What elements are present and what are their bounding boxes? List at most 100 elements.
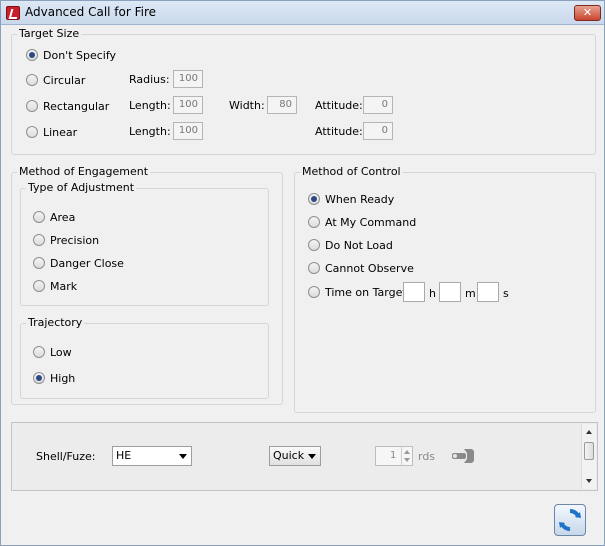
munitions-list: Shell/Fuze: HE Quick 1 rds bbox=[11, 422, 598, 491]
method-of-control-group: Method of Control When Ready At My Comma… bbox=[294, 165, 596, 413]
radio-linear-indicator[interactable] bbox=[26, 126, 38, 138]
radio-area-indicator[interactable] bbox=[33, 211, 45, 223]
radio-when-ready-label: When Ready bbox=[325, 192, 395, 206]
target-size-group: Target Size Don't Specify Circular Radiu… bbox=[11, 27, 596, 155]
radio-circular[interactable]: Circular bbox=[26, 72, 85, 88]
linear-length-label: Length: bbox=[129, 125, 171, 138]
trajectory-group: Trajectory Low High bbox=[20, 316, 269, 399]
tot-hours-unit: h bbox=[429, 287, 436, 300]
spin-down-icon[interactable] bbox=[404, 458, 410, 462]
radio-mark-indicator[interactable] bbox=[33, 280, 45, 292]
radio-do-not-load[interactable]: Do Not Load bbox=[308, 237, 393, 253]
refresh-button[interactable] bbox=[554, 504, 586, 536]
radio-area-label: Area bbox=[50, 210, 76, 224]
spin-up-icon[interactable] bbox=[404, 450, 410, 454]
radio-at-my-command-label: At My Command bbox=[325, 215, 417, 229]
app-icon bbox=[6, 6, 20, 20]
radio-precision-indicator[interactable] bbox=[33, 234, 45, 246]
radio-rectangular[interactable]: Rectangular bbox=[26, 98, 109, 114]
fuze-select-value: Quick bbox=[273, 449, 305, 462]
radio-danger-close-label: Danger Close bbox=[50, 256, 124, 270]
refresh-icon bbox=[559, 508, 581, 532]
close-button[interactable]: ✕ bbox=[574, 5, 601, 21]
radio-dont-specify-label: Don't Specify bbox=[43, 48, 117, 62]
scroll-up-icon[interactable] bbox=[586, 430, 592, 434]
chevron-down-icon bbox=[308, 454, 316, 459]
munitions-scrollbar[interactable] bbox=[581, 424, 596, 489]
radio-cannot-observe[interactable]: Cannot Observe bbox=[308, 260, 414, 276]
rect-length-label: Length: bbox=[129, 99, 171, 112]
radio-precision-label: Precision bbox=[50, 233, 100, 247]
radio-low-label: Low bbox=[50, 345, 72, 359]
radio-time-on-target-label: Time on Target bbox=[325, 285, 407, 299]
method-of-engagement-legend: Method of Engagement bbox=[17, 165, 151, 178]
tot-minutes-unit: m bbox=[465, 287, 476, 300]
radio-dont-specify-indicator[interactable] bbox=[26, 49, 38, 61]
shell-select[interactable]: HE bbox=[112, 446, 192, 466]
window-title: Advanced Call for Fire bbox=[25, 5, 157, 19]
chevron-down-icon bbox=[179, 454, 187, 459]
radio-high[interactable]: High bbox=[33, 370, 75, 386]
rect-length-input[interactable]: 100 bbox=[173, 96, 203, 114]
radio-time-on-target-indicator[interactable] bbox=[308, 286, 320, 298]
radio-at-my-command[interactable]: At My Command bbox=[308, 214, 416, 230]
radio-low-indicator[interactable] bbox=[33, 346, 45, 358]
linear-attitude-input[interactable]: 0 bbox=[363, 122, 393, 140]
radio-low[interactable]: Low bbox=[33, 344, 72, 360]
rounds-spinner[interactable]: 1 bbox=[375, 446, 413, 466]
width-input[interactable]: 80 bbox=[267, 96, 297, 114]
radius-label: Radius: bbox=[129, 73, 170, 86]
title-bar[interactable]: Advanced Call for Fire ✕ bbox=[1, 1, 604, 25]
target-size-legend: Target Size bbox=[17, 27, 82, 40]
radio-rectangular-label: Rectangular bbox=[43, 99, 110, 113]
radio-linear-label: Linear bbox=[43, 125, 78, 139]
rounds-unit: rds bbox=[418, 450, 436, 463]
trajectory-legend: Trajectory bbox=[26, 316, 85, 329]
radio-circular-indicator[interactable] bbox=[26, 74, 38, 86]
radio-circular-label: Circular bbox=[43, 73, 86, 87]
radio-when-ready[interactable]: When Ready bbox=[308, 191, 394, 207]
radio-danger-close[interactable]: Danger Close bbox=[33, 255, 124, 271]
fuze-select[interactable]: Quick bbox=[269, 446, 321, 466]
close-icon: ✕ bbox=[582, 6, 593, 19]
radio-do-not-load-indicator[interactable] bbox=[308, 239, 320, 251]
rect-attitude-label: Attitude: bbox=[315, 99, 363, 112]
radio-time-on-target[interactable]: Time on Target bbox=[308, 284, 407, 300]
radio-dont-specify[interactable]: Don't Specify bbox=[26, 47, 116, 63]
radio-mark[interactable]: Mark bbox=[33, 278, 77, 294]
scroll-thumb[interactable] bbox=[584, 442, 594, 460]
tot-hours-input[interactable] bbox=[403, 282, 425, 302]
tot-seconds-unit: s bbox=[503, 287, 509, 300]
radio-linear[interactable]: Linear bbox=[26, 124, 77, 140]
shell-select-value: HE bbox=[116, 449, 132, 462]
shell-fuze-label: Shell/Fuze: bbox=[36, 450, 96, 463]
radio-rectangular-indicator[interactable] bbox=[26, 100, 38, 112]
linear-attitude-label: Attitude: bbox=[315, 125, 363, 138]
tot-minutes-input[interactable] bbox=[439, 282, 461, 302]
rounds-value: 1 bbox=[390, 450, 397, 461]
radio-do-not-load-label: Do Not Load bbox=[325, 238, 393, 252]
wrench-icon[interactable] bbox=[450, 445, 476, 467]
type-of-adjustment-legend: Type of Adjustment bbox=[26, 181, 137, 194]
radio-at-my-command-indicator[interactable] bbox=[308, 216, 320, 228]
method-of-engagement-group: Method of Engagement Type of Adjustment … bbox=[11, 165, 283, 405]
advanced-call-for-fire-window: Advanced Call for Fire ✕ Target Size Don… bbox=[0, 0, 605, 546]
radio-mark-label: Mark bbox=[50, 279, 78, 293]
radius-input[interactable]: 100 bbox=[173, 70, 203, 88]
radio-cannot-observe-label: Cannot Observe bbox=[325, 261, 414, 275]
radio-when-ready-indicator[interactable] bbox=[308, 193, 320, 205]
rect-attitude-input[interactable]: 0 bbox=[363, 96, 393, 114]
radio-danger-close-indicator[interactable] bbox=[33, 257, 45, 269]
scroll-down-icon[interactable] bbox=[586, 479, 592, 483]
width-label: Width: bbox=[229, 99, 265, 112]
spinner-buttons[interactable] bbox=[401, 447, 412, 465]
radio-high-indicator[interactable] bbox=[33, 372, 45, 384]
type-of-adjustment-group: Type of Adjustment Area Precision Danger… bbox=[20, 181, 269, 306]
linear-length-input[interactable]: 100 bbox=[173, 122, 203, 140]
radio-cannot-observe-indicator[interactable] bbox=[308, 262, 320, 274]
radio-precision[interactable]: Precision bbox=[33, 232, 99, 248]
radio-high-label: High bbox=[50, 371, 76, 385]
method-of-control-legend: Method of Control bbox=[300, 165, 403, 178]
radio-area[interactable]: Area bbox=[33, 209, 75, 225]
tot-seconds-input[interactable] bbox=[477, 282, 499, 302]
